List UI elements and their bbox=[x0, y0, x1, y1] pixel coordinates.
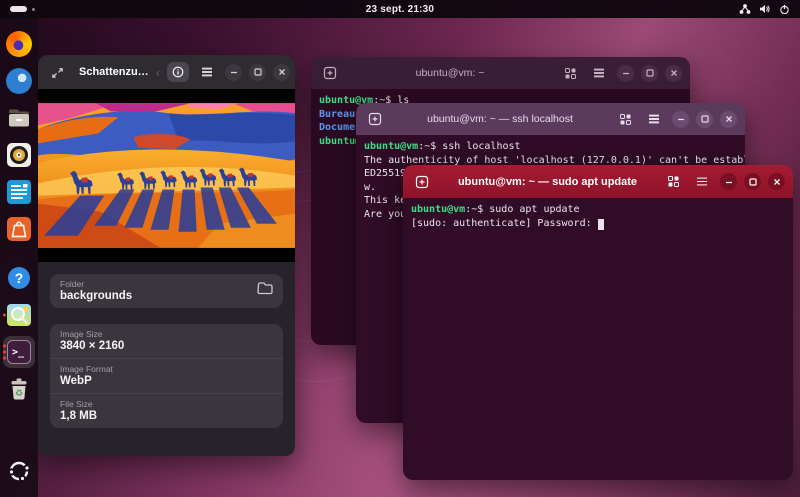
close-button[interactable] bbox=[768, 173, 785, 190]
minimize-button[interactable] bbox=[672, 111, 689, 128]
terminal-window-3: ubuntu@vm: ~ — sudo apt update ubuntu@vm… bbox=[403, 165, 793, 480]
menu-icon[interactable] bbox=[196, 62, 218, 82]
terminal2-titlebar[interactable]: ubuntu@vm: ~ — ssh localhost bbox=[356, 103, 745, 135]
new-tab-button[interactable] bbox=[411, 172, 433, 192]
dock-item-image-viewer[interactable] bbox=[3, 299, 35, 331]
svg-text:?: ? bbox=[15, 270, 24, 286]
size-value: 3840 × 2160 bbox=[60, 340, 273, 352]
desktop: 23 sept. 21:30 ? > bbox=[0, 0, 800, 497]
dock-item-app-center[interactable] bbox=[3, 213, 35, 245]
dock-item-libreoffice-writer[interactable] bbox=[3, 176, 35, 208]
tab-overview-icon[interactable] bbox=[662, 172, 684, 192]
dock: ? >_ ♻ bbox=[0, 18, 38, 497]
close-button[interactable] bbox=[273, 64, 290, 81]
filesize-label: File Size bbox=[60, 399, 273, 409]
maximize-button[interactable] bbox=[249, 64, 266, 81]
terminal3-content[interactable]: ubuntu@vm:~$ sudo apt update[sudo: authe… bbox=[403, 198, 793, 480]
app-center-icon bbox=[6, 216, 32, 242]
folder-value: backgrounds bbox=[60, 290, 257, 302]
minimize-button[interactable] bbox=[225, 64, 242, 81]
image-viewer-window: Schattenzu… ‹ bbox=[38, 55, 295, 456]
dock-item-firefox[interactable] bbox=[3, 28, 35, 60]
close-button[interactable] bbox=[665, 65, 682, 82]
tab-overview-icon[interactable] bbox=[614, 109, 636, 129]
system-status-area[interactable] bbox=[739, 4, 800, 15]
maximize-button[interactable] bbox=[641, 65, 658, 82]
top-bar: 23 sept. 21:30 bbox=[0, 0, 800, 18]
network-icon bbox=[739, 4, 751, 14]
info-toggle-button[interactable] bbox=[167, 62, 189, 82]
close-button[interactable] bbox=[720, 111, 737, 128]
chevron-left-icon: ‹ bbox=[156, 66, 160, 79]
terminal-icon: >_ bbox=[6, 339, 32, 365]
svg-text:>_: >_ bbox=[12, 347, 25, 358]
rhythmbox-icon bbox=[6, 142, 32, 168]
image-canvas bbox=[38, 89, 295, 262]
firefox-icon bbox=[6, 31, 32, 57]
volume-icon bbox=[759, 4, 771, 14]
dock-item-files[interactable] bbox=[3, 102, 35, 134]
dock-item-terminal[interactable]: >_ bbox=[3, 336, 35, 368]
new-tab-button[interactable] bbox=[319, 63, 341, 83]
ubuntu-logo-icon bbox=[6, 458, 32, 484]
filesize-value: 1,8 MB bbox=[60, 410, 273, 422]
format-value: WebP bbox=[60, 375, 273, 387]
dock-item-trash[interactable]: ♻ bbox=[3, 373, 35, 405]
image-info-card: Image Size 3840 × 2160 Image Format WebP… bbox=[50, 324, 283, 428]
dock-item-help[interactable]: ? bbox=[3, 262, 35, 294]
image-properties-panel: Folder backgrounds Image Size 3840 × 216… bbox=[38, 262, 295, 428]
help-icon: ? bbox=[6, 265, 32, 291]
window-title: ubuntu@vm: ~ — ssh localhost bbox=[393, 113, 607, 125]
open-folder-icon[interactable] bbox=[257, 281, 273, 300]
terminal1-titlebar[interactable]: ubuntu@vm: ~ bbox=[311, 57, 690, 89]
tab-overview-icon[interactable] bbox=[559, 63, 581, 83]
size-label: Image Size bbox=[60, 329, 273, 339]
dock-item-ubuntu-logo[interactable] bbox=[3, 455, 35, 487]
files-folder-icon bbox=[6, 105, 32, 131]
image-viewer-icon bbox=[6, 302, 32, 328]
clock[interactable]: 23 sept. 21:30 bbox=[0, 4, 800, 15]
libreoffice-writer-icon bbox=[6, 179, 32, 205]
folder-label: Folder bbox=[60, 279, 257, 289]
window-title: ubuntu@vm: ~ — sudo apt update bbox=[440, 176, 655, 188]
thunderbird-icon bbox=[6, 68, 32, 94]
minimize-button[interactable] bbox=[720, 173, 737, 190]
power-icon bbox=[779, 4, 790, 15]
svg-text:♻: ♻ bbox=[15, 388, 23, 398]
menu-icon[interactable] bbox=[643, 109, 665, 129]
minimize-button[interactable] bbox=[617, 65, 634, 82]
viewer-titlebar[interactable]: Schattenzu… ‹ bbox=[38, 55, 295, 89]
maximize-button[interactable] bbox=[744, 173, 761, 190]
menu-icon[interactable] bbox=[691, 172, 713, 192]
window-title: ubuntu@vm: ~ bbox=[348, 67, 552, 79]
folder-card: Folder backgrounds bbox=[50, 274, 283, 308]
window-title: Schattenzu… bbox=[79, 66, 149, 78]
dock-item-thunderbird[interactable] bbox=[3, 65, 35, 97]
dock-item-rhythmbox[interactable] bbox=[3, 139, 35, 171]
fullscreen-icon[interactable] bbox=[46, 62, 68, 82]
trash-icon: ♻ bbox=[6, 376, 32, 402]
camel-caravan-image bbox=[38, 103, 295, 248]
format-label: Image Format bbox=[60, 364, 273, 374]
new-tab-button[interactable] bbox=[364, 109, 386, 129]
menu-icon[interactable] bbox=[588, 63, 610, 83]
terminal3-titlebar[interactable]: ubuntu@vm: ~ — sudo apt update bbox=[403, 165, 793, 198]
maximize-button[interactable] bbox=[696, 111, 713, 128]
